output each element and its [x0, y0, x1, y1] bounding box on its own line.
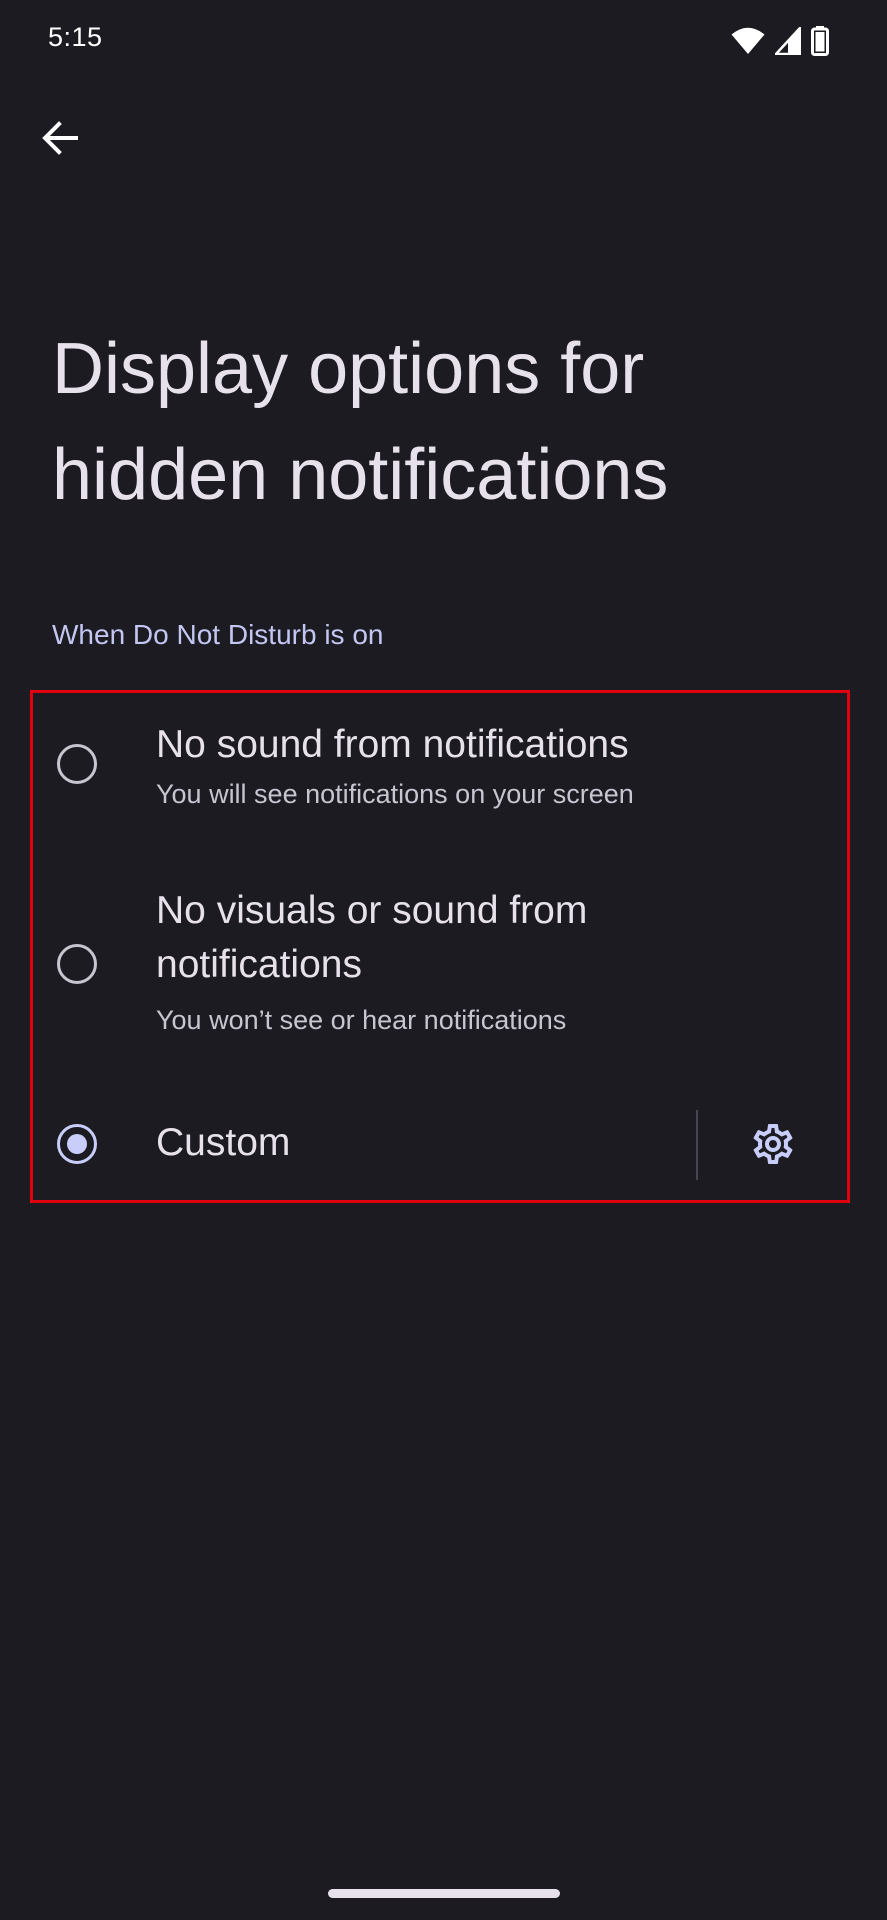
- gear-icon: [749, 1120, 797, 1173]
- custom-settings-button[interactable]: [738, 1115, 808, 1177]
- status-icons: [731, 26, 829, 56]
- option-no-sound-subtitle: You will see notifications on your scree…: [156, 779, 634, 809]
- option-custom-title: Custom: [156, 1121, 291, 1164]
- option-no-visuals-or-sound[interactable]: No visuals or sound from notifications Y…: [33, 872, 847, 1062]
- section-header: When Do Not Disturb is on: [52, 619, 384, 650]
- radio-no-visuals-or-sound[interactable]: [57, 944, 97, 984]
- status-time: 5:15: [48, 22, 103, 52]
- arrow-back-icon: [42, 120, 78, 161]
- battery-icon: [811, 26, 829, 56]
- gesture-nav-handle[interactable]: [328, 1889, 560, 1898]
- divider: [696, 1110, 698, 1180]
- cell-signal-icon: [775, 27, 801, 55]
- page-title: Display options for hidden notifications: [52, 329, 669, 515]
- option-custom[interactable]: Custom: [33, 1096, 683, 1196]
- screen: 5:15 Display options for hidden notifica…: [0, 0, 887, 1920]
- wifi-icon: [731, 27, 765, 55]
- option-no-visuals-title: No visuals or sound from notifications: [156, 889, 588, 986]
- option-no-sound[interactable]: No sound from notifications You will see…: [33, 706, 847, 846]
- radio-custom[interactable]: [57, 1124, 97, 1164]
- radio-no-sound[interactable]: [57, 744, 97, 784]
- option-no-sound-title: No sound from notifications: [156, 723, 629, 766]
- option-no-visuals-subtitle: You won’t see or hear notifications: [156, 1005, 567, 1035]
- back-button[interactable]: [30, 110, 90, 170]
